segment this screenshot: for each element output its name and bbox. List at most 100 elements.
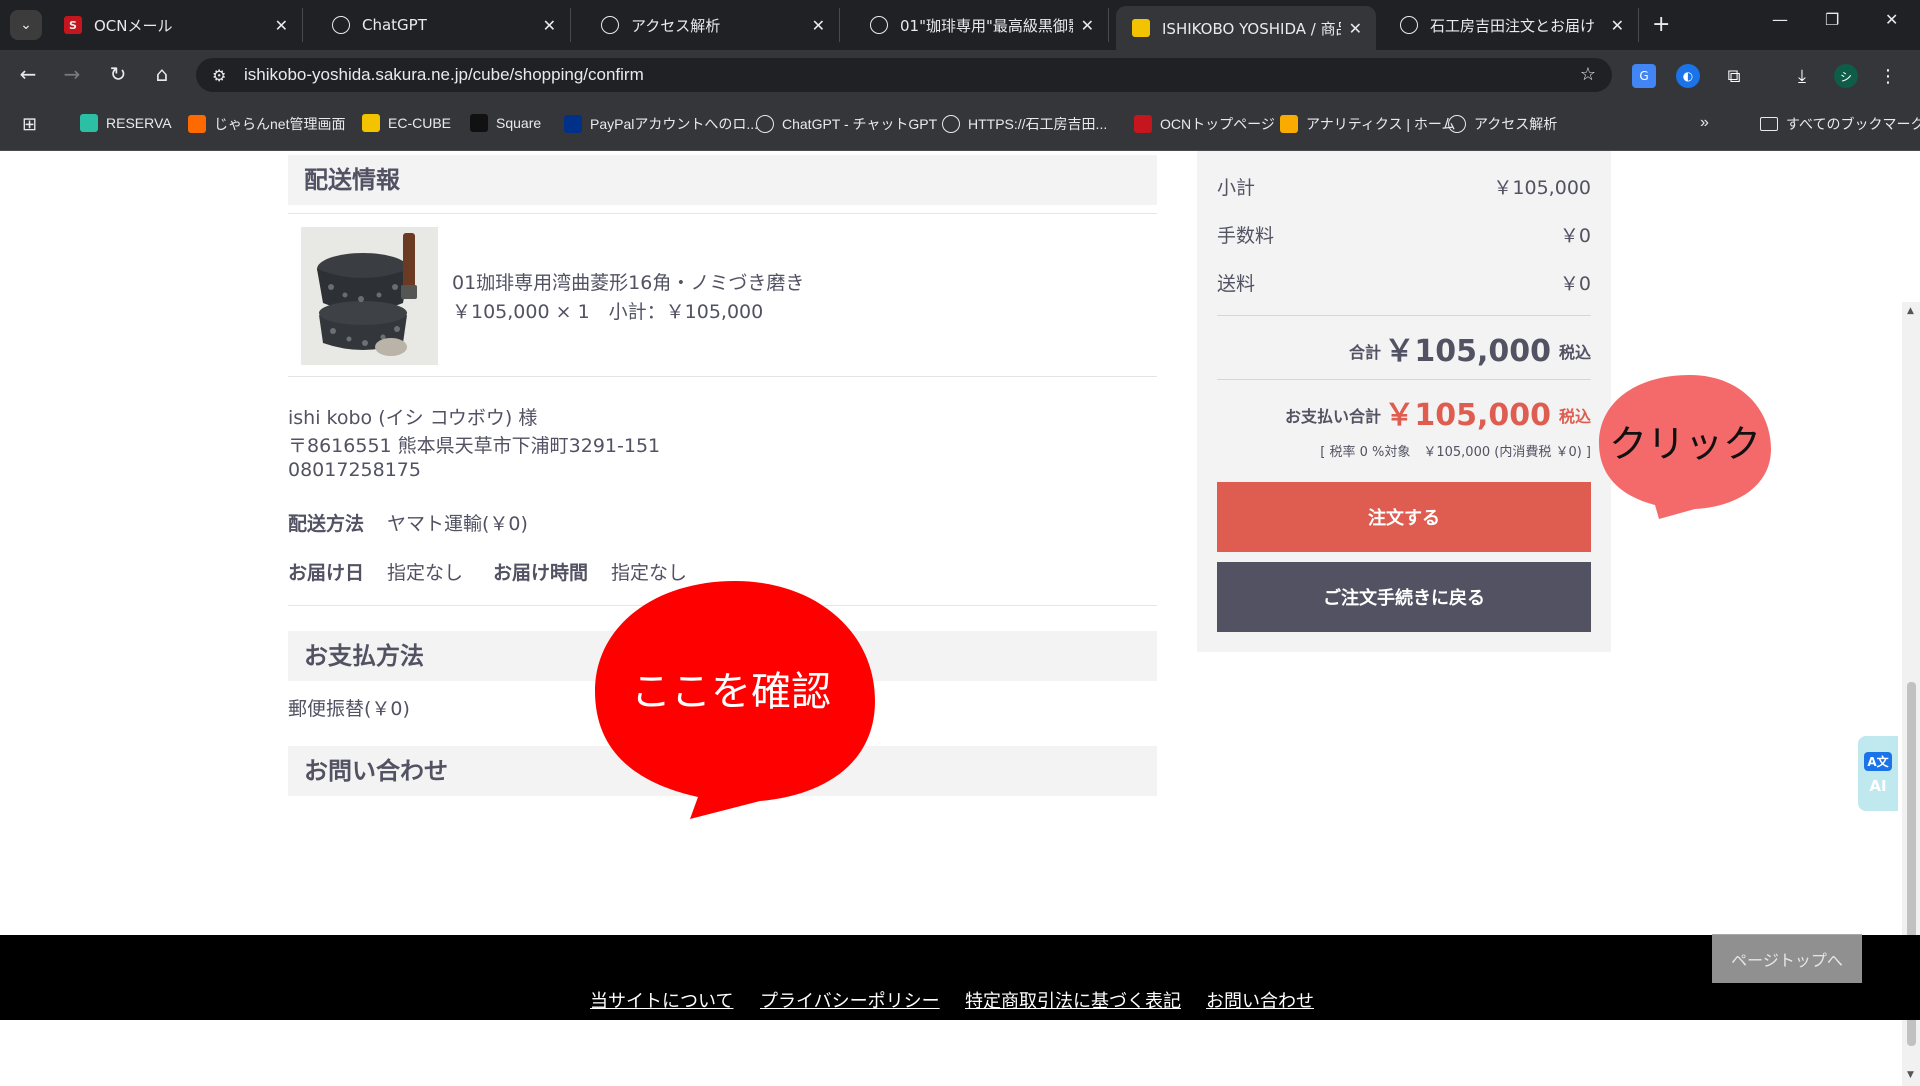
subtotal-label: 小計 [1217,177,1256,199]
footer-link[interactable]: 特定商取引法に基づく表記 [965,987,1181,1013]
minimize-button[interactable]: — [1772,10,1788,29]
chatgpt-icon [332,16,350,34]
download-icon[interactable]: ⤓ [1790,64,1814,88]
more-bookmarks-button[interactable]: » [1700,114,1709,132]
bookmark-item[interactable]: アクセス解析 [1448,114,1557,134]
bookmark-item[interactable]: じゃらんnet管理画面 [188,114,345,134]
google-extension-icon[interactable]: G [1632,64,1656,88]
menu-kebab-icon[interactable]: ⋮ [1876,64,1900,88]
payment-total-label: お支払い合計 [1284,407,1381,426]
tab-title: 石工房吉田注文とお届け [1430,16,1596,35]
payment-method-value: 郵便振替(￥0) [288,698,410,720]
customer-phone: 08017258175 [288,459,421,481]
delivery-date-label: お届け日 [288,562,365,584]
arrow-left-icon: ← [19,62,37,86]
reload-button[interactable]: ↻ [104,62,132,86]
bookmark-item[interactable]: Square [470,114,541,132]
tab-close-icon[interactable]: ✕ [275,16,288,35]
bookmark-label: じゃらんnet管理画面 [214,116,346,132]
paypal-icon [564,115,582,133]
eccube-icon [1132,19,1150,37]
bookmark-label: HTTPS://石工房吉田... [968,116,1108,132]
address-bar[interactable]: ⚙ ishikobo-yoshida.sakura.ne.jp/cube/sho… [196,58,1612,92]
tab-3[interactable]: アクセス解析 ✕ [585,8,840,42]
forward-button[interactable]: → [58,62,86,86]
subtotal-row: 小計 ￥105,000 [1217,173,1591,200]
translate-icon: A文 [1864,752,1892,771]
scroll-up-icon[interactable]: ▲ [1907,306,1914,316]
square-icon [470,114,488,132]
footer-link[interactable]: プライバシーポリシー [760,987,940,1013]
new-tab-button[interactable]: + [1652,12,1670,37]
site-footer: 当サイトについて プライバシーポリシー 特定商取引法に基づく表記 お問い合わせ [0,935,1920,1020]
tab-close-icon[interactable]: ✕ [812,16,825,35]
back-button[interactable]: ← [14,62,42,86]
tab-title: OCNメール [94,16,173,35]
tab-title: アクセス解析 [631,16,721,35]
payment-tax-in: 税込 [1558,407,1591,426]
browser-toolbar: ← → ↻ ⌂ ⚙ ishikobo-yoshida.sakura.ne.jp/… [0,50,1920,100]
scroll-down-icon[interactable]: ▼ [1907,1070,1914,1080]
check-here-annotation: ここを確認 [590,571,880,821]
product-name: 01珈琲専用湾曲菱形16角・ノミづき磨き [452,272,805,294]
chatgpt-icon [756,115,774,133]
total-label: 合計 [1348,343,1381,362]
bookmark-star-icon[interactable]: ☆ [1580,64,1596,85]
restore-button[interactable]: ❐ [1825,10,1839,29]
place-order-button[interactable]: 注文する [1217,482,1591,552]
page-top-button[interactable]: ページトップへ [1712,934,1862,983]
bookmark-item[interactable]: OCNトップページ [1134,114,1275,134]
profile-avatar[interactable]: シ [1834,64,1858,88]
product-price: ￥105,000 × 1 小計：￥105,000 [452,301,764,323]
tab-4[interactable]: 01"珈琲専用"最高級黒御影 ✕ [854,8,1109,42]
fee-row: 手数料 ￥0 [1217,221,1591,248]
shipping-fee-row: 送料 ￥0 [1217,269,1591,296]
tab-2[interactable]: ChatGPT ✕ [316,8,571,42]
order-summary: 小計 ￥105,000 手数料 ￥0 送料 ￥0 合計 ￥105,000 税込 … [1197,151,1611,652]
reload-icon: ↻ [109,62,127,86]
back-to-checkout-button[interactable]: ご注文手続きに戻る [1217,562,1591,632]
apps-button[interactable]: ⊞ [22,114,37,135]
bookmark-item[interactable]: EC-CUBE [362,114,451,132]
eccube-icon [362,114,380,132]
fee-label: 手数料 [1217,225,1275,247]
bookmark-label: ChatGPT - チャットGPT [782,116,938,132]
bookmark-item[interactable]: ChatGPT - チャットGPT [756,114,937,134]
globe-icon [942,115,960,133]
tab-strip: ⌄ S OCNメール ✕ ChatGPT ✕ アクセス解析 ✕ 01"珈琲専用"最高級黒御影 ✕… [0,0,1920,50]
tab-close-icon[interactable]: ✕ [1611,16,1624,35]
plus-icon: + [1652,12,1671,37]
tab-close-icon[interactable]: ✕ [1081,16,1094,35]
tab-search-button[interactable]: ⌄ [10,10,42,40]
extension-icon[interactable]: ◐ [1676,64,1700,88]
bookmark-item[interactable]: PayPalアカウントへのロ... [564,114,758,134]
tab-6[interactable]: 石工房吉田注文とお届け ✕ [1384,8,1639,42]
divider [1217,315,1591,316]
close-window-button[interactable]: ✕ [1885,10,1898,29]
tab-title: ISHIKOBO YOSHIDA / 商品 [1162,19,1341,38]
extensions-puzzle-icon[interactable]: ⧉ [1722,64,1746,88]
bookmark-item[interactable]: アナリティクス | ホーム [1280,114,1455,134]
tab-1[interactable]: S OCNメール ✕ [48,8,303,42]
ai-widget-label: AI [1869,777,1887,795]
footer-link[interactable]: 当サイトについて [590,987,733,1013]
ai-translate-widget[interactable]: A文 AI [1858,736,1898,811]
reserva-icon [80,114,98,132]
footer-link[interactable]: お問い合わせ [1206,987,1314,1013]
tab-5[interactable]: ISHIKOBO YOSHIDA / 商品 ✕ [1116,6,1376,50]
bookmark-item[interactable]: RESERVA [80,114,172,132]
globe-icon [1400,16,1418,34]
home-icon: ⌂ [155,62,169,86]
all-bookmarks-folder[interactable]: すべてのブックマーク [1760,114,1920,134]
divider [1217,379,1591,380]
bookmark-item[interactable]: HTTPS://石工房吉田... [942,114,1107,134]
analytics-icon [1280,115,1298,133]
site-info-icon[interactable]: ⚙ [212,66,234,85]
home-button[interactable]: ⌂ [148,62,176,86]
shipping-method-label: 配送方法 [288,513,365,535]
customer-name: ishi kobo (イシ コウボウ) 様 [288,407,538,429]
tab-close-icon[interactable]: ✕ [543,16,556,35]
click-annotation: クリック [1595,369,1775,519]
bookmark-label: Square [496,115,542,131]
tab-close-icon[interactable]: ✕ [1349,19,1362,38]
